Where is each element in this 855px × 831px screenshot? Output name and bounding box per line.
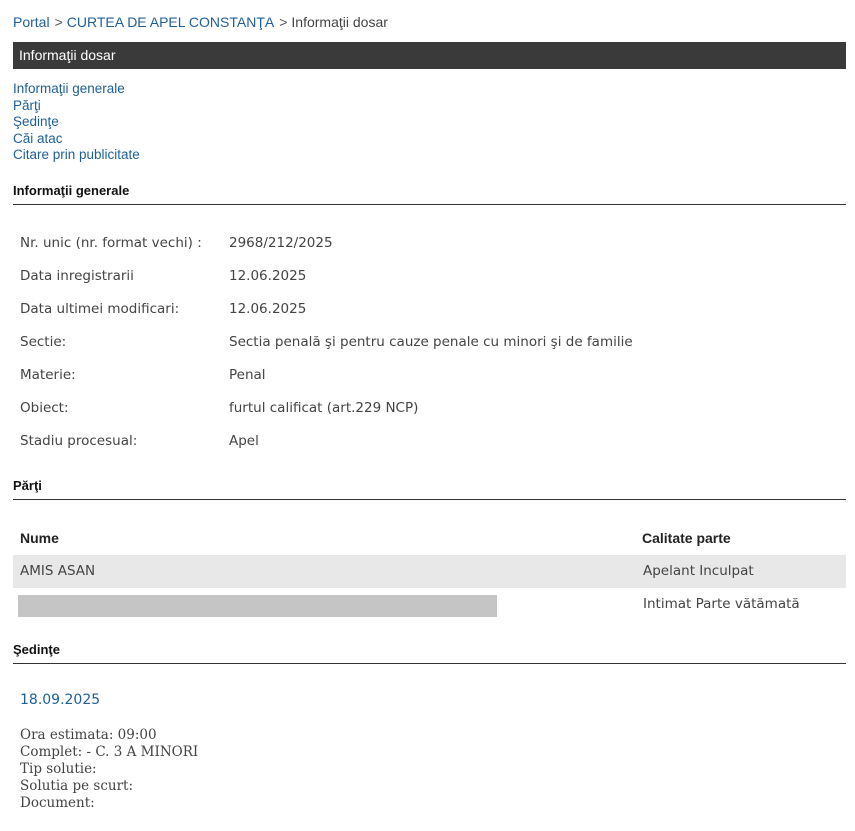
column-header-role: Calitate parte — [642, 530, 731, 546]
session-solution-type: Tip solutie: — [20, 761, 97, 777]
info-value: Apel — [229, 433, 259, 449]
anchor-link-appeals[interactable]: Căi atac — [13, 131, 140, 148]
session-document: Document: — [20, 795, 95, 811]
info-label: Materie: — [20, 367, 76, 383]
info-row-last-modified: Data ultimei modificari: 12.06.2025 — [20, 299, 633, 332]
redacted-name-block — [18, 595, 497, 617]
breadcrumb-current: Informaţii dosar — [291, 14, 388, 30]
section-heading-parties: Părţi — [13, 478, 846, 500]
anchor-link-general-info[interactable]: Informaţii generale — [13, 81, 140, 98]
general-info-table: Nr. unic (nr. format vechi) : 2968/212/20… — [20, 233, 633, 464]
breadcrumb-separator: > — [279, 14, 288, 30]
party-role: Intimat Parte vătămată — [643, 596, 800, 612]
info-value: 12.06.2025 — [229, 301, 307, 317]
session-panel: Complet: - C. 3 A MINORI — [20, 744, 199, 760]
info-label: Obiect: — [20, 400, 69, 416]
info-row-object: Obiect: furtul calificat (art.229 NCP) — [20, 398, 633, 431]
info-row-procedural-stage: Stadiu procesual: Apel — [20, 431, 633, 464]
parties-table: Nume Calitate parte AMIS ASAN Apelant In… — [13, 522, 846, 621]
session-estimated-time: Ora estimata: 09:00 — [20, 727, 157, 743]
table-row: Intimat Parte vătămată — [13, 588, 846, 621]
breadcrumb: Portal > CURTEA DE APEL CONSTANŢA > Informaţ… — [13, 14, 388, 30]
page-title-bar: Informaţii dosar — [13, 42, 846, 69]
info-row-case-number: Nr. unic (nr. format vechi) : 2968/212/20… — [20, 233, 633, 266]
info-row-matter: Materie: Penal — [20, 365, 633, 398]
info-label: Sectie: — [20, 334, 67, 350]
info-row-section: Sectie: Sectia penală şi pentru cauze pen… — [20, 332, 633, 365]
party-role: Apelant Inculpat — [643, 563, 754, 579]
info-value: 2968/212/2025 — [229, 235, 333, 251]
info-label: Data ultimei modificari: — [20, 301, 180, 317]
breadcrumb-court-link[interactable]: CURTEA DE APEL CONSTANŢA — [67, 14, 274, 30]
breadcrumb-portal-link[interactable]: Portal — [13, 14, 50, 30]
column-header-name: Nume — [20, 530, 59, 546]
section-heading-general-info: Informaţii generale — [13, 183, 846, 205]
anchor-link-public-summons[interactable]: Citare prin publicitate — [13, 147, 140, 164]
session-solution-summary: Solutia pe scurt: — [20, 778, 134, 794]
info-value: 12.06.2025 — [229, 268, 307, 284]
breadcrumb-separator: > — [54, 14, 63, 30]
session-details: Ora estimata: 09:00 Complet: - C. 3 A MI… — [20, 727, 198, 812]
party-name: AMIS ASAN — [20, 563, 96, 579]
section-heading-sessions: Şedinţe — [13, 642, 846, 664]
info-value: furtul calificat (art.229 NCP) — [229, 400, 419, 416]
info-label: Stadiu procesual: — [20, 433, 138, 449]
anchor-link-sessions[interactable]: Şedinţe — [13, 114, 140, 131]
anchor-link-parties[interactable]: Părţi — [13, 98, 140, 115]
parties-table-header: Nume Calitate parte — [13, 522, 846, 555]
section-anchor-links: Informaţii generale Părţi Şedinţe Căi at… — [13, 81, 140, 164]
session-date: 18.09.2025 — [20, 692, 101, 708]
info-label: Data inregistrarii — [20, 268, 134, 284]
info-value: Sectia penală şi pentru cauze penale cu … — [229, 334, 633, 350]
table-row: AMIS ASAN Apelant Inculpat — [13, 555, 846, 588]
info-value: Penal — [229, 367, 266, 383]
info-row-registration-date: Data inregistrarii 12.06.2025 — [20, 266, 633, 299]
info-label: Nr. unic (nr. format vechi) : — [20, 235, 202, 251]
